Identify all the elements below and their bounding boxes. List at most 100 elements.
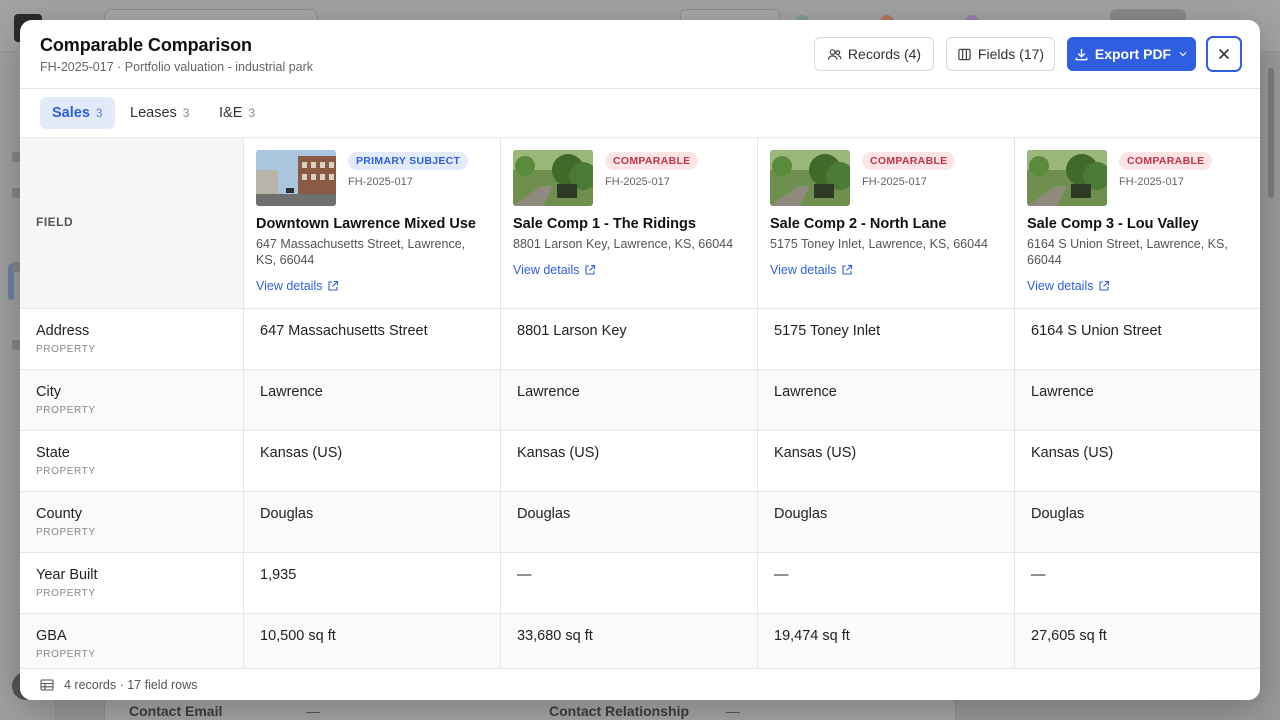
record-column-header: COMPARABLE FH-2025-017 Sale Comp 1 - The… bbox=[501, 138, 758, 309]
record-name: Downtown Lawrence Mixed Use bbox=[256, 216, 476, 232]
cell-value: — bbox=[1031, 567, 1046, 583]
cell-value: Douglas bbox=[774, 506, 828, 522]
cell-value: 5175 Toney Inlet bbox=[774, 323, 881, 339]
table-cell: 5175 Toney Inlet bbox=[758, 309, 1015, 370]
record-id: FH-2025-017 bbox=[605, 176, 670, 188]
view-details-link[interactable]: View details bbox=[513, 263, 596, 277]
modal-footer: 4 records · 17 field rows bbox=[20, 668, 1260, 700]
field-row-label: City PROPERTY bbox=[20, 370, 244, 431]
record-id: FH-2025-017 bbox=[1119, 176, 1184, 188]
record-name: Sale Comp 1 - The Ridings bbox=[513, 216, 696, 232]
field-name: City bbox=[36, 384, 61, 400]
field-name: GBA bbox=[36, 628, 67, 644]
view-details-link[interactable]: View details bbox=[770, 263, 853, 277]
external-link-icon bbox=[1099, 280, 1110, 291]
cell-value: — bbox=[774, 567, 789, 583]
field-group: PROPERTY bbox=[36, 588, 96, 599]
modal-title: Comparable Comparison bbox=[40, 35, 252, 55]
record-type-tabs: Sales 3 Leases 3 I&E 3 bbox=[20, 89, 1260, 138]
field-group: PROPERTY bbox=[36, 466, 96, 477]
property-photo bbox=[513, 150, 593, 206]
tab-count: 3 bbox=[248, 106, 256, 120]
table-cell: Kansas (US) bbox=[244, 431, 501, 492]
fields-button-label: Fields (17) bbox=[977, 46, 1045, 62]
users-icon bbox=[827, 48, 842, 60]
close-icon bbox=[1218, 48, 1230, 60]
view-details-link[interactable]: View details bbox=[1027, 279, 1110, 293]
external-link-icon bbox=[842, 264, 853, 275]
record-column-header: COMPARABLE FH-2025-017 Sale Comp 2 - Nor… bbox=[758, 138, 1015, 309]
field-name: Year Built bbox=[36, 567, 98, 583]
table-cell: — bbox=[501, 553, 758, 614]
export-pdf-button[interactable]: Export PDF bbox=[1067, 37, 1196, 71]
record-column-header: COMPARABLE FH-2025-017 Sale Comp 3 - Lou… bbox=[1015, 138, 1260, 309]
table-cell: — bbox=[1015, 553, 1260, 614]
tab-count: 3 bbox=[182, 106, 190, 120]
tab-leases[interactable]: Leases 3 bbox=[118, 97, 201, 129]
field-group: PROPERTY bbox=[36, 649, 96, 660]
cell-value: Lawrence bbox=[260, 384, 323, 400]
table-cell: Douglas bbox=[1015, 492, 1260, 553]
cell-value: Douglas bbox=[517, 506, 571, 522]
field-name: State bbox=[36, 445, 70, 461]
record-name: Sale Comp 3 - Lou Valley bbox=[1027, 216, 1199, 232]
download-icon bbox=[1075, 48, 1088, 60]
external-link-icon bbox=[328, 280, 339, 291]
table-cell: Douglas bbox=[244, 492, 501, 553]
record-address: 647 Massachusetts Street, Lawrence, KS, … bbox=[256, 237, 466, 267]
table-cell: 647 Massachusetts Street bbox=[244, 309, 501, 370]
field-row-label: Address PROPERTY bbox=[20, 309, 244, 370]
records-button[interactable]: Records (4) bbox=[814, 37, 934, 71]
cell-value: — bbox=[517, 567, 532, 583]
status-badge: COMPARABLE bbox=[1119, 152, 1213, 170]
status-badge: PRIMARY SUBJECT bbox=[348, 152, 469, 170]
cell-value: Kansas (US) bbox=[260, 445, 343, 461]
table-cell: 6164 S Union Street bbox=[1015, 309, 1260, 370]
cell-value: 647 Massachusetts Street bbox=[260, 323, 428, 339]
field-group: PROPERTY bbox=[36, 405, 96, 416]
wooded-road-photo bbox=[1027, 150, 1107, 206]
table-cell: Lawrence bbox=[758, 370, 1015, 431]
tab-sales[interactable]: Sales 3 bbox=[40, 97, 115, 129]
modal-header: Comparable Comparison FH-2025-017 · Port… bbox=[20, 20, 1260, 89]
cell-value: 27,605 sq ft bbox=[1031, 628, 1107, 644]
cell-value: Douglas bbox=[260, 506, 314, 522]
record-id: FH-2025-017 bbox=[862, 176, 927, 188]
cell-value: Lawrence bbox=[1031, 384, 1094, 400]
field-group: PROPERTY bbox=[36, 344, 96, 355]
close-button[interactable] bbox=[1206, 36, 1242, 72]
view-details-link[interactable]: View details bbox=[256, 279, 339, 293]
records-button-label: Records (4) bbox=[847, 46, 922, 62]
background-contact-email-value: — bbox=[306, 703, 320, 719]
table-cell: Douglas bbox=[758, 492, 1015, 553]
table-cell: 33,680 sq ft bbox=[501, 614, 758, 668]
table-cell: Lawrence bbox=[1015, 370, 1260, 431]
field-row-label: GBA PROPERTY bbox=[20, 614, 244, 668]
table-cell: Lawrence bbox=[244, 370, 501, 431]
table-cell: Kansas (US) bbox=[501, 431, 758, 492]
property-photo bbox=[1027, 150, 1107, 206]
tab-count: 3 bbox=[95, 106, 103, 120]
city-street-photo bbox=[256, 150, 336, 206]
table-cell: — bbox=[758, 553, 1015, 614]
table-cell: Douglas bbox=[501, 492, 758, 553]
table-cell: 8801 Larson Key bbox=[501, 309, 758, 370]
field-row-label: Year Built PROPERTY bbox=[20, 553, 244, 614]
view-details-label: View details bbox=[256, 279, 323, 293]
comparable-comparison-modal: Comparable Comparison FH-2025-017 · Port… bbox=[20, 20, 1260, 700]
cell-value: 10,500 sq ft bbox=[260, 628, 336, 644]
record-name: Sale Comp 2 - North Lane bbox=[770, 216, 947, 232]
comparison-grid: FIELD PRIMARY SUBJECT FH-2025-017 Downto… bbox=[20, 138, 1260, 668]
tab-label: Sales bbox=[52, 105, 90, 121]
field-name: Address bbox=[36, 323, 90, 339]
table-cell: Kansas (US) bbox=[1015, 431, 1260, 492]
cell-value: 33,680 sq ft bbox=[517, 628, 593, 644]
property-photo bbox=[256, 150, 336, 206]
wooded-road-photo bbox=[770, 150, 850, 206]
field-group: PROPERTY bbox=[36, 527, 96, 538]
tab-i-and-e[interactable]: I&E 3 bbox=[207, 97, 267, 129]
background-contact-relationship-label: Contact Relationship bbox=[549, 703, 690, 719]
record-address: 6164 S Union Street, Lawrence, KS, 66044 bbox=[1027, 237, 1228, 267]
fields-button[interactable]: Fields (17) bbox=[946, 37, 1055, 71]
records-summary: 4 records · 17 field rows bbox=[64, 678, 198, 692]
